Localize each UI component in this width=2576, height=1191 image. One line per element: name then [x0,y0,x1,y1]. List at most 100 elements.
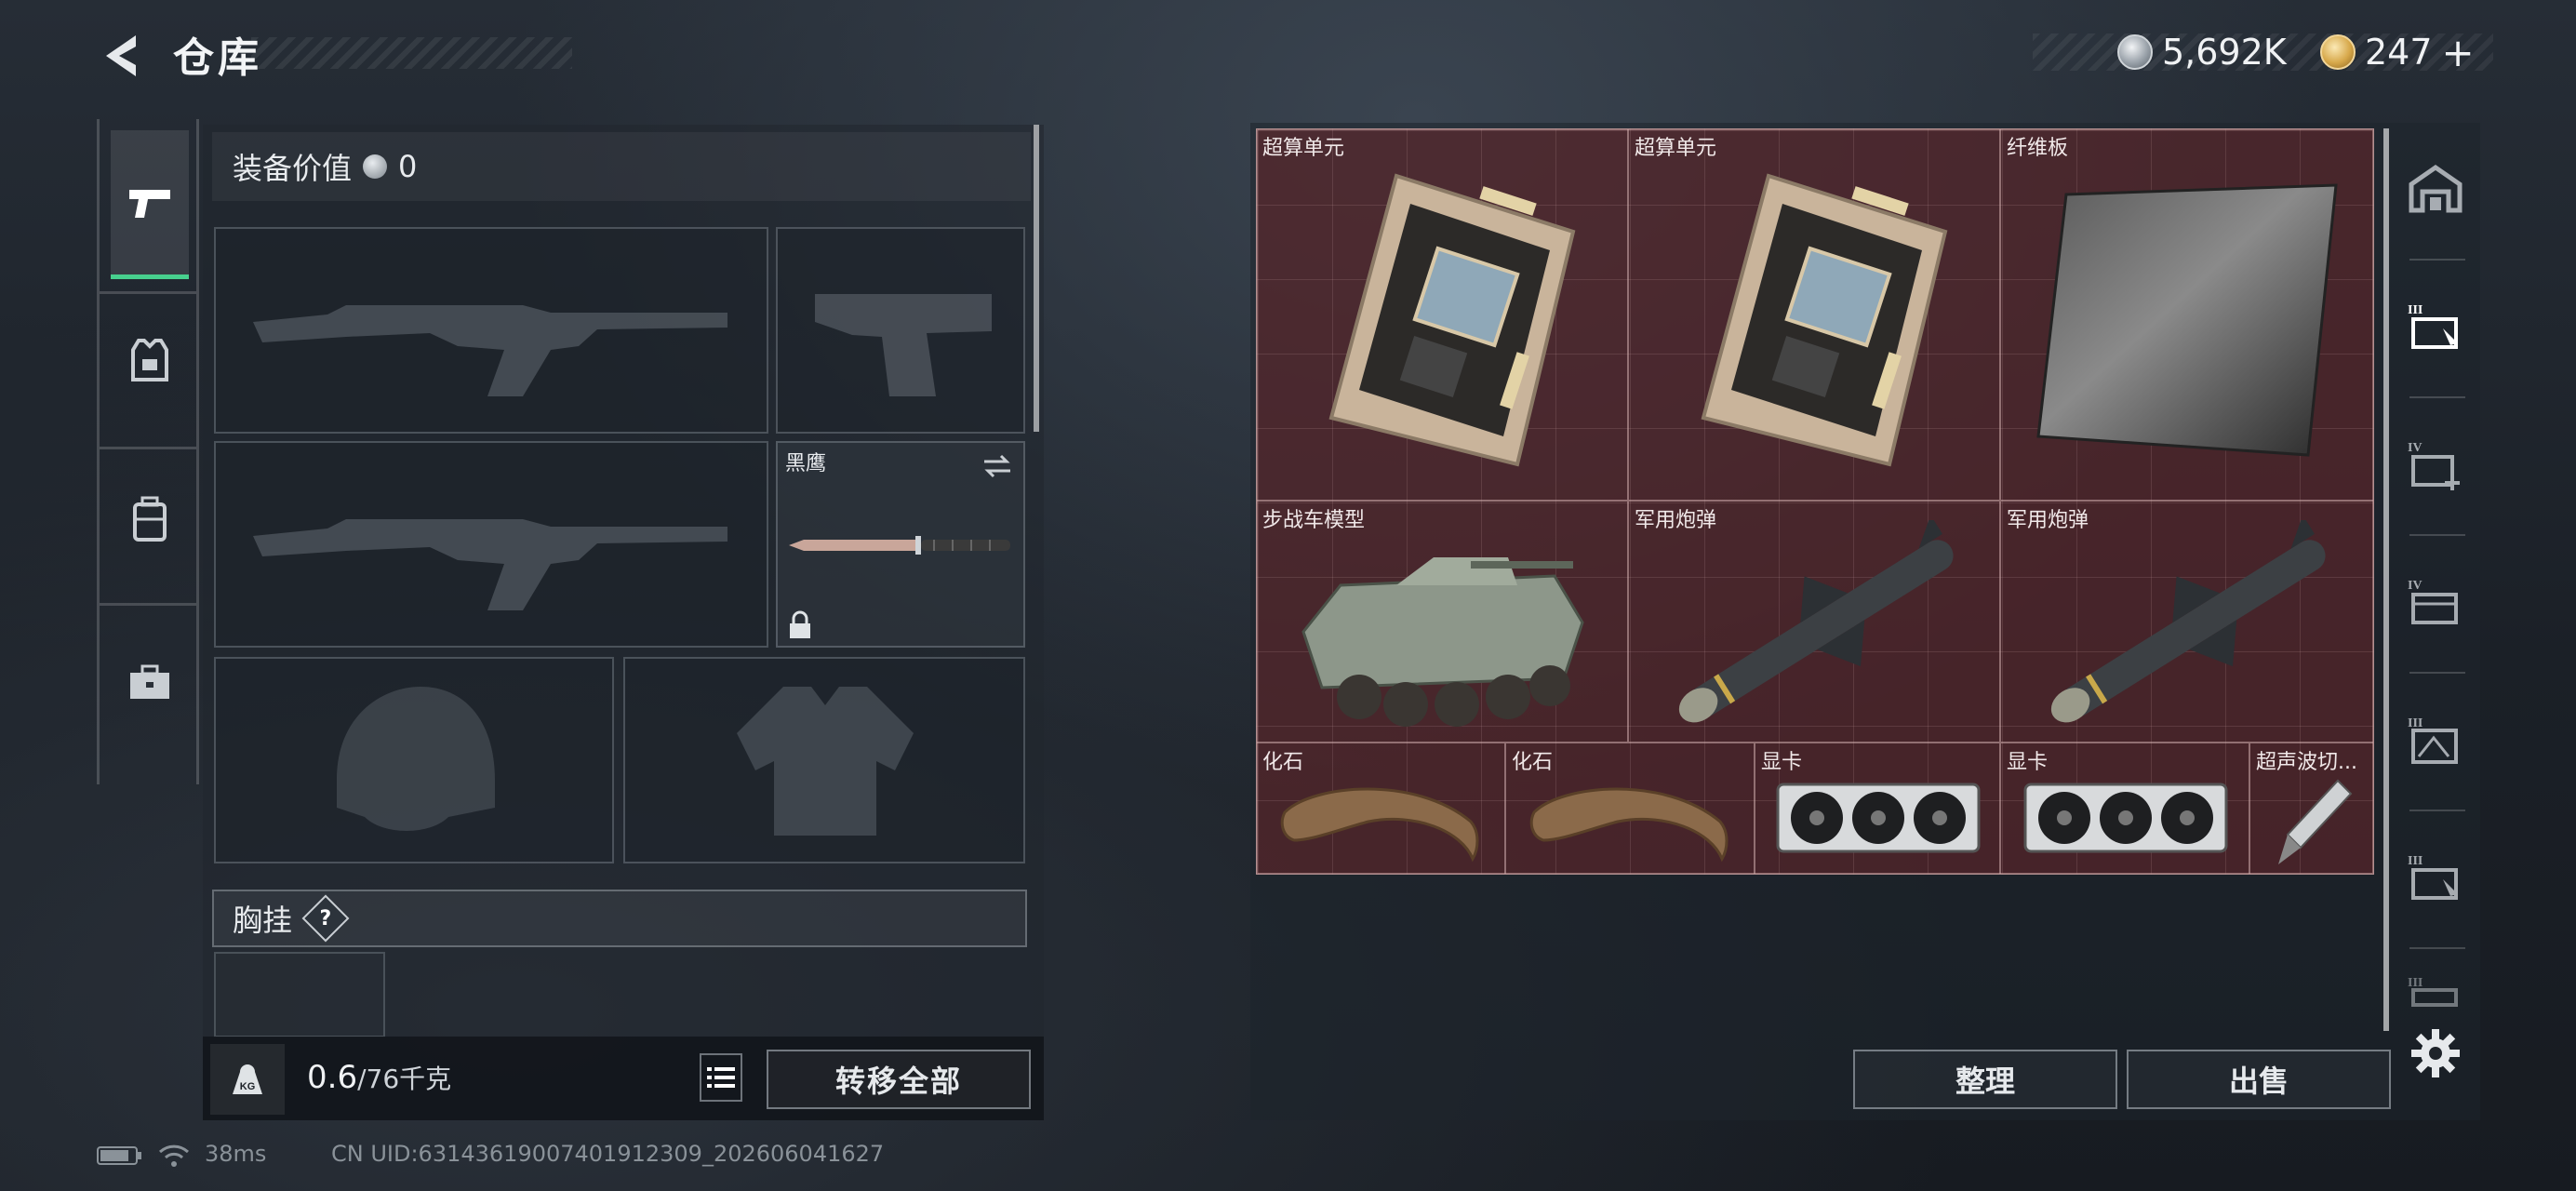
stash-item-supercomputer-unit[interactable]: 超算单元 [1256,128,1628,501]
weight-max: /76千克 [357,1064,452,1094]
loadout-scrollbar[interactable] [1034,125,1039,432]
rifle-silhouette-icon [253,519,727,610]
tab-weapons[interactable] [111,130,189,279]
equipment-value-label: 装备价值 [233,151,353,186]
uid-readout: CN UID:6314361900740191230​9_20260604162… [331,1141,885,1167]
graphics-card-icon [2023,783,2228,853]
stash-tab-column: III IV IV III III III [2393,128,2478,1031]
tab-armor[interactable] [111,301,189,422]
garage-icon [2409,164,2463,213]
add-gold-button[interactable]: + [2442,30,2475,75]
page-title: 仓库 [173,34,262,82]
equipment-value-bar: 装备价值 0 [212,132,1031,201]
armored-vehicle-icon [1301,557,1584,727]
stash-item-military-shell[interactable]: 军用炮弹 [2000,501,2374,743]
circuit-board-icon [1328,173,1576,467]
transfer-all-button[interactable]: 转移全部 [767,1050,1031,1109]
claw-fossil-icon [1529,787,1728,863]
pistol-icon [129,189,170,218]
stash-box-icon: III [2408,303,2458,349]
help-icon[interactable]: ? [301,894,350,943]
chest-rig-slot[interactable] [214,952,385,1037]
helmet-silhouette-icon [337,687,495,831]
missile-icon [2050,520,2326,723]
equipment-value: 0 [398,149,418,184]
backpack-icon [133,496,167,542]
stash-item-fossil[interactable]: 化石 [1505,743,1755,875]
stash-item-graphics-card[interactable]: 显卡 [1755,743,2000,875]
chest-rig-header: 胸挂 ? [212,890,1027,947]
claw-fossil-icon [1280,787,1479,863]
lock-icon [790,610,810,638]
circuit-board-icon [1701,173,1948,467]
knife-icon [789,536,1010,555]
title-decoration [251,37,572,69]
silver-currency: 5,692K [2117,26,2287,78]
melee-name: 黑鹰 [785,452,827,475]
stash-item-military-shell[interactable]: 军用炮弹 [1628,501,2000,743]
stash-item-ultrasonic-cutter[interactable]: 超声波切... [2249,743,2374,875]
svg-text:III: III [2408,716,2423,730]
tab-stash-4b[interactable]: IV [2393,542,2478,662]
gold-amount: 247 [2365,32,2433,73]
armor-vest-icon [131,339,168,381]
value-coin-icon [363,154,388,179]
sort-button[interactable]: 整理 [1853,1050,2117,1109]
ultrasonic-cutter-icon [2278,779,2353,864]
carbon-fiber-plate-icon [2036,183,2338,457]
weight-current: 0.6 [307,1059,358,1096]
ping-readout: 38ms [205,1141,267,1167]
sell-button[interactable]: 出售 [2127,1050,2391,1109]
svg-text:III: III [2408,854,2423,868]
stash-crate-icon: III [2408,716,2458,764]
silver-amount: 5,692K [2162,32,2287,73]
svg-text:IV: IV [2408,441,2423,455]
back-arrow-icon[interactable] [93,28,149,84]
stash-item-supercomputer-unit[interactable]: 超算单元 [1628,128,2000,501]
tab-stash-3a[interactable]: III [2393,266,2478,387]
toolbox-icon [130,664,169,699]
swap-icon[interactable] [981,452,1014,480]
stash-folder-icon: IV [2408,579,2458,624]
missile-icon [1678,520,1954,723]
list-view-button[interactable] [700,1053,742,1102]
secondary-weapon-slot[interactable] [776,227,1025,434]
stash-item-fossil[interactable]: 化石 [1256,743,1505,875]
stash-scrollbar[interactable] [2383,128,2389,1031]
stash-box-icon: III [2408,854,2458,900]
gold-currency[interactable]: 247 + [2320,26,2475,78]
loadout-tab-column [97,119,199,784]
weight-readout: 0.6/76千克 [307,1059,451,1096]
tab-toolbox[interactable] [111,622,189,743]
tab-backpack[interactable] [111,459,189,580]
tab-stash-home[interactable] [2393,128,2478,249]
stash-item-graphics-card[interactable]: 显卡 [2000,743,2249,875]
body-armor-slot[interactable] [623,657,1025,863]
svg-text:KG: KG [240,1081,256,1092]
secondary-primary-weapon-slot[interactable] [214,441,768,648]
svg-text:IV: IV [2408,579,2423,593]
melee-slot[interactable]: 黑鹰 [776,441,1025,648]
tab-stash-3b[interactable]: III [2393,679,2478,800]
rifle-silhouette-icon [253,305,727,396]
stash-item-ifv-model[interactable]: 步战车模型 [1256,501,1628,743]
svg-text:III: III [2408,303,2423,317]
primary-weapon-slot[interactable] [214,227,768,434]
tab-stash-3c[interactable]: III [2393,817,2478,938]
pistol-silhouette-icon [815,294,992,396]
stash-add-icon: IV [2408,441,2460,490]
silver-coin-icon [2117,34,2153,70]
vest-silhouette-icon [737,687,914,836]
battery-icon [97,1146,141,1165]
svg-text:III: III [2408,976,2423,990]
stash-vehicle-icon: III [2408,976,2458,1007]
helmet-slot[interactable] [214,657,614,863]
stash-item-fiberboard[interactable]: 纤维板 [2000,128,2374,501]
graphics-card-icon [1776,783,1981,853]
gear-icon[interactable] [2409,1027,2462,1079]
tab-stash-4a[interactable]: IV [2393,404,2478,525]
tab-stash-3d[interactable]: III [2393,955,2478,1029]
gold-coin-icon [2320,34,2356,70]
weight-icon: KG [210,1044,285,1115]
wifi-icon [158,1144,190,1167]
